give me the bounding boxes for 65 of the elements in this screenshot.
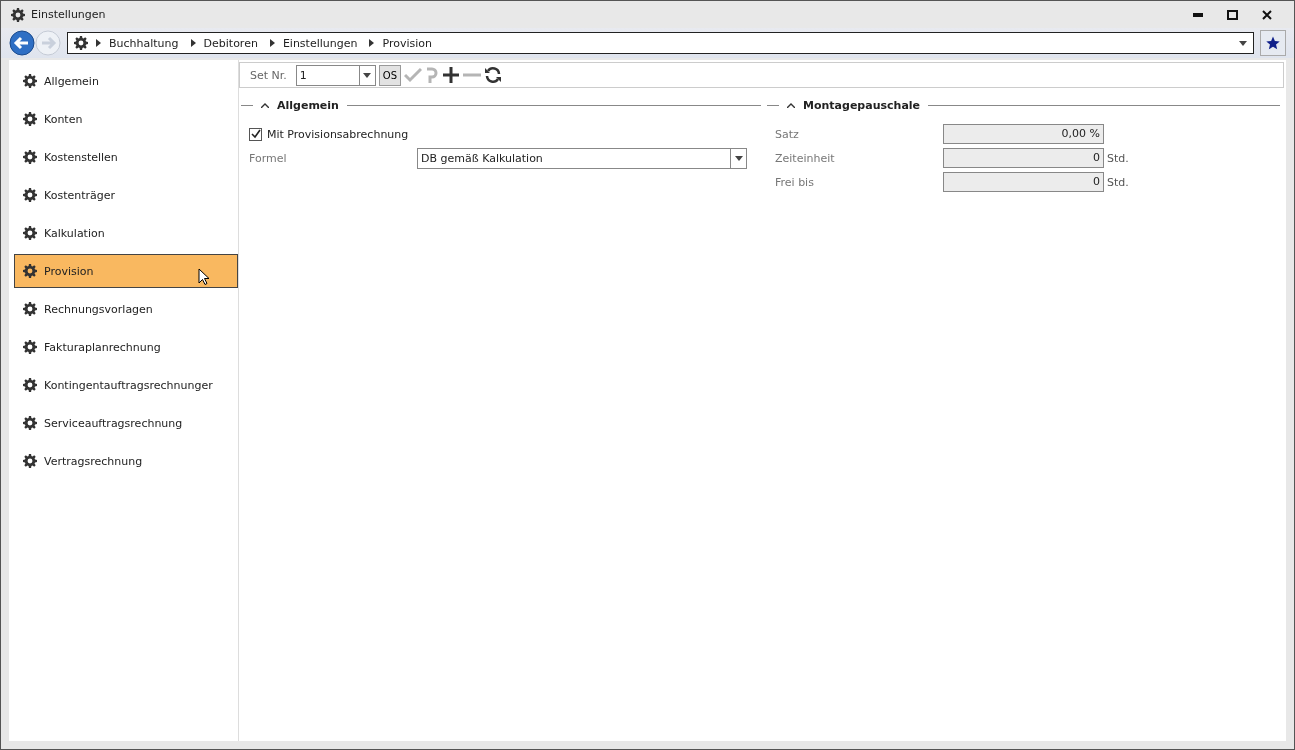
number-field[interactable]: 0,00 %: [943, 124, 1104, 144]
sidebar-item[interactable]: Provision: [14, 254, 238, 288]
sidebar-item[interactable]: Serviceauftragsrechnung: [14, 406, 238, 440]
gear-icon: [23, 150, 37, 164]
sidebar-item[interactable]: Allgemein: [14, 64, 238, 98]
breadcrumb-item[interactable]: Provision: [382, 36, 432, 50]
gear-icon: [23, 74, 37, 88]
gear-icon: [23, 112, 37, 126]
sidebar-item[interactable]: Fakturaplanrechnung: [14, 330, 238, 364]
field-label: Formel: [249, 151, 288, 165]
chevron-right-icon: [369, 39, 375, 47]
minimize-icon[interactable]: [1193, 12, 1203, 17]
dropdown-arrow-icon: [734, 155, 743, 161]
field-label: Satz: [775, 127, 800, 141]
field-label: Zeiteinheit: [775, 151, 836, 165]
os-button[interactable]: OS: [378, 64, 402, 86]
number-field[interactable]: 0: [943, 172, 1104, 192]
plus-icon[interactable]: [442, 66, 461, 84]
breadcrumb-bar[interactable]: Buchhaltung Debitoren Einstellungen Provision: [67, 32, 1254, 54]
sidebar-item[interactable]: Kostenstellen: [14, 140, 238, 174]
gear-icon: [74, 36, 88, 50]
sidebar-item[interactable]: Kostenträger: [14, 178, 238, 212]
dropdown-arrow-icon: [363, 72, 372, 78]
star-icon: [1266, 36, 1280, 50]
collapse-icon[interactable]: [261, 102, 269, 108]
checkbox[interactable]: [249, 127, 262, 141]
sidebar-item[interactable]: Kalkulation: [14, 216, 238, 250]
dropdown-arrow-icon: [1239, 40, 1247, 46]
close-icon[interactable]: [1262, 9, 1272, 20]
refresh-icon[interactable]: [484, 66, 503, 84]
sidebar-item[interactable]: Rechnungsvorlagen: [14, 292, 238, 326]
sidebar-item[interactable]: Kontingentauftragsrechnunger: [14, 368, 238, 402]
sidebar-item[interactable]: Vertragsrechnung: [14, 444, 238, 478]
chevron-right-icon: [190, 39, 196, 47]
gear-icon: [23, 340, 37, 354]
breadcrumb-item[interactable]: Einstellungen: [282, 36, 358, 50]
window-title: Einstellungen: [31, 8, 106, 21]
maximize-icon[interactable]: [1227, 9, 1238, 20]
favorite-button[interactable]: [1260, 30, 1286, 56]
set-number-dropdown[interactable]: 1: [295, 64, 376, 86]
gear-icon: [23, 416, 37, 430]
sidebar-item[interactable]: Konten: [14, 102, 238, 136]
chevron-right-icon: [96, 39, 101, 47]
gear-icon: [23, 188, 37, 202]
gear-icon: [23, 378, 37, 392]
number-field[interactable]: 0: [943, 148, 1104, 168]
field-label: Frei bis: [775, 175, 815, 189]
cursor-icon: [198, 268, 210, 286]
unit-label: Std.: [1107, 151, 1129, 165]
breadcrumb-item[interactable]: Buchhaltung: [109, 36, 179, 50]
gear-icon: [11, 7, 25, 22]
chevron-right-icon: [269, 39, 275, 47]
gear-icon: [23, 454, 37, 468]
unit-label: Std.: [1107, 175, 1129, 189]
section-title: Montagepauschale: [803, 98, 921, 112]
formula-dropdown[interactable]: DB gemäß Kalkulation: [417, 147, 747, 169]
checkmark-icon[interactable]: [404, 67, 423, 83]
gear-icon: [23, 264, 37, 278]
set-number-label: Set Nr.: [250, 68, 287, 82]
collapse-icon[interactable]: [787, 102, 795, 108]
checkbox-label[interactable]: Mit Provisionsabrechnung: [267, 127, 409, 141]
gear-icon: [23, 226, 37, 240]
gear-icon: [23, 302, 37, 316]
section-title: Allgemein: [277, 98, 339, 112]
breadcrumb-item[interactable]: Debitoren: [203, 36, 258, 50]
